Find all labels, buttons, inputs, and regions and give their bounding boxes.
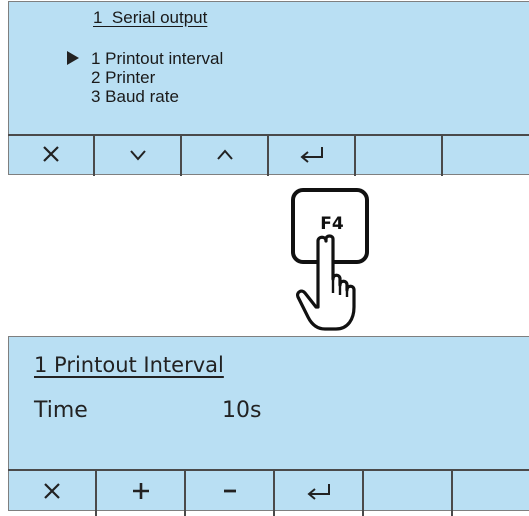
increase-softkey[interactable]	[97, 471, 186, 516]
plus-icon	[131, 481, 151, 506]
chevron-up-icon	[215, 145, 235, 167]
empty-softkey[interactable]	[356, 136, 443, 176]
f4-key-label: F4	[320, 214, 344, 234]
enter-softkey[interactable]	[275, 471, 364, 516]
softkey-bar	[8, 134, 529, 176]
cancel-softkey[interactable]	[8, 136, 95, 176]
down-softkey[interactable]	[95, 136, 182, 176]
enter-softkey[interactable]	[269, 136, 356, 176]
minus-icon	[220, 481, 240, 506]
menu-item-label: 2 Printer	[91, 68, 156, 87]
decrease-softkey[interactable]	[186, 471, 275, 516]
enter-icon	[298, 145, 326, 168]
menu-item-label: 3 Baud rate	[91, 87, 179, 106]
close-icon	[41, 144, 61, 169]
pointing-hand-icon	[296, 234, 356, 331]
softkey-bar	[8, 469, 529, 516]
menu-item-label: 1 Printout interval	[91, 49, 224, 68]
selection-cursor-icon	[67, 51, 79, 65]
serial-output-screen: 1 Serial output 1 Printout interval 2 Pr…	[8, 1, 529, 176]
parameter-value[interactable]: 10s	[222, 398, 261, 423]
empty-softkey[interactable]	[364, 471, 453, 516]
parameter-title: 1 Printout Interval	[34, 353, 224, 377]
empty-softkey[interactable]	[453, 471, 529, 516]
cancel-softkey[interactable]	[8, 471, 97, 516]
up-softkey[interactable]	[182, 136, 269, 176]
chevron-down-icon	[128, 145, 148, 167]
printout-interval-screen: 1 Printout Interval Time 10s	[8, 336, 529, 516]
menu-title: 1 Serial output	[93, 8, 208, 27]
empty-softkey[interactable]	[443, 136, 529, 176]
parameter-label: Time	[34, 398, 88, 423]
close-icon	[42, 481, 62, 506]
